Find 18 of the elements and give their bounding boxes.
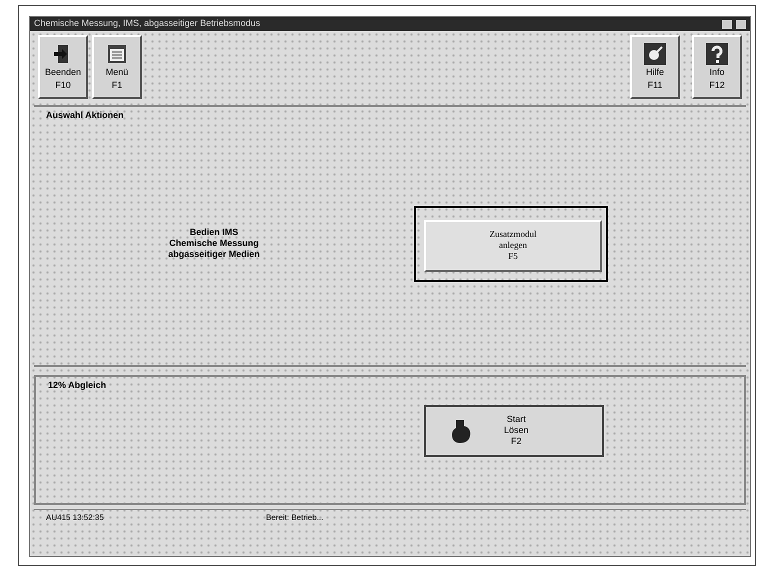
panel-title: 12% Abgleich (48, 379, 106, 392)
description-line: abgasseitiger Medien (168, 249, 260, 261)
toolbar-button[interactable]: Hilfe F11 (630, 35, 680, 99)
maximize-button[interactable] (736, 20, 746, 28)
panel-title: Auswahl Aktionen (46, 109, 124, 122)
minimize-button[interactable] (722, 20, 732, 28)
start-button[interactable]: Start Lösen F2 (424, 404, 604, 456)
status-text: Bereit: Betrieb... (266, 512, 324, 524)
description-line: Bedien IMS (190, 226, 238, 238)
toolbar-button[interactable]: Beenden F10 (38, 35, 88, 99)
description-line: Chemische Messung (169, 238, 259, 250)
toolbar-button[interactable]: Info F12 (692, 35, 742, 99)
status-text: AU415 13:52:35 (46, 512, 105, 524)
list-window-icon (106, 42, 128, 65)
toolbar-button[interactable]: Menü F1 (92, 35, 142, 99)
help-icon (706, 42, 728, 65)
action-button[interactable]: Zusatzmodul anlegen F5 (424, 220, 602, 272)
window-title: Chemische Messung, IMS, abgasseitiger Betriebsmodus (34, 17, 260, 30)
